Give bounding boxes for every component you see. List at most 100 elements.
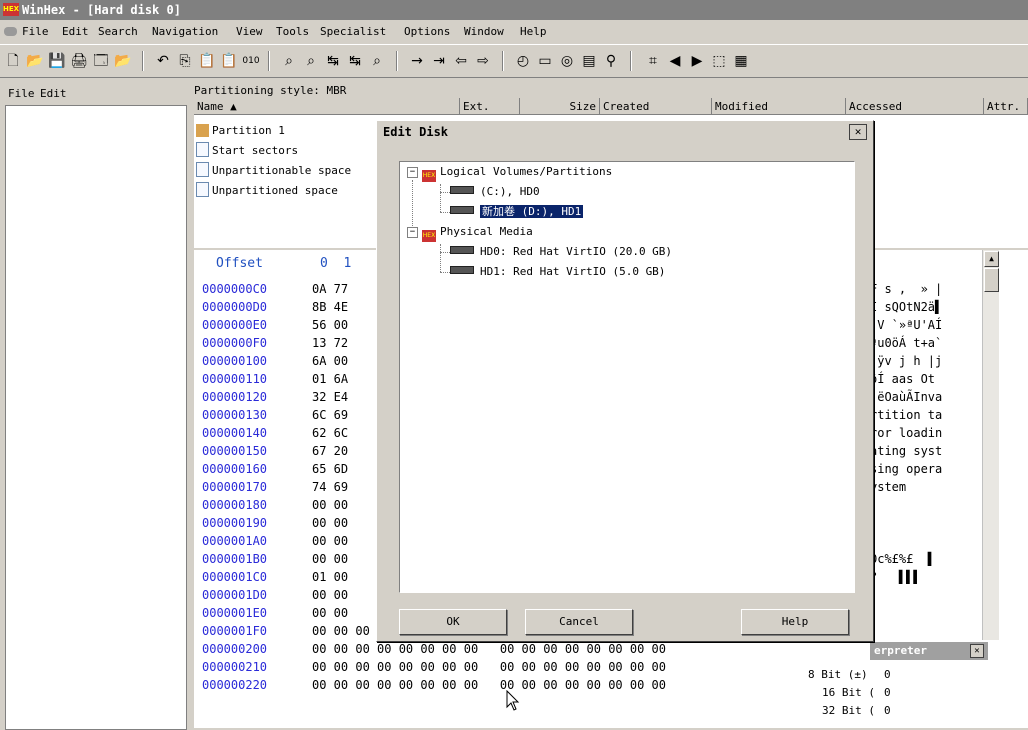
menu-tools[interactable]: Tools [276, 22, 309, 42]
copy-icon[interactable]: ⎘ [176, 53, 194, 69]
menu-view[interactable]: View [236, 22, 263, 42]
hex-bytes[interactable]: 6C 69 [312, 406, 348, 424]
column-size[interactable]: Size [520, 98, 600, 115]
hex-bytes[interactable]: 00 00 [312, 532, 348, 550]
replace-icon[interactable]: ↹ [324, 53, 342, 69]
back-icon[interactable]: ⇦ [452, 53, 470, 69]
directory-browser-list[interactable] [5, 105, 187, 730]
ram-editor-icon[interactable]: ▭ [536, 53, 554, 69]
find-hex-icon[interactable]: ⌕ [302, 53, 320, 69]
table-row[interactable]: Unpartitionable space [194, 162, 351, 180]
ascii-text[interactable]: ? ▌▌▌ [870, 568, 921, 586]
help-button[interactable]: Help [741, 609, 849, 635]
hex-bytes[interactable]: 56 00 [312, 316, 348, 334]
hex-bytes[interactable]: 01 00 [312, 568, 348, 586]
menu-file[interactable]: File [22, 22, 49, 42]
hex-bytes[interactable]: 0A 77 [312, 280, 348, 298]
hex-bytes[interactable]: 62 6C [312, 424, 348, 442]
hex-bytes[interactable]: 13 72 [312, 334, 348, 352]
find-again-icon[interactable]: ⌕ [368, 53, 386, 69]
ascii-text[interactable]: ating syst [870, 442, 942, 460]
close-icon[interactable]: ✕ [849, 124, 867, 140]
table-row[interactable]: Start sectors [194, 142, 298, 160]
ascii-text[interactable]: ystem [870, 478, 906, 496]
menu-specialist[interactable]: Specialist [320, 22, 386, 42]
ascii-text[interactable]: rtition ta [870, 406, 942, 424]
hex-bytes[interactable]: 32 E4 [312, 388, 348, 406]
hex-bytes[interactable]: 00 00 [312, 496, 348, 514]
ascii-text[interactable]: ror loadin [870, 424, 942, 442]
disk-image-icon[interactable]: ◎ [558, 53, 576, 69]
menu-options[interactable]: Options [404, 22, 450, 42]
column-ext[interactable]: Ext. [460, 98, 520, 115]
tree-node-logical-volumes[interactable]: HEX Logical Volumes/Partitions [422, 163, 612, 182]
hex-bytes[interactable]: 00 00 [312, 586, 348, 604]
hex-bytes[interactable]: 01 6A [312, 370, 348, 388]
goto-sector-icon[interactable]: ⇥ [430, 53, 448, 69]
ascii-text[interactable]: Oc%£%£ ▌ [870, 550, 935, 568]
goto-offset-icon[interactable]: → [408, 53, 426, 69]
open-directory-icon[interactable]: 📂 [114, 53, 132, 69]
forward-icon[interactable]: ⇨ [474, 53, 492, 69]
collapse-toggle[interactable]: − [407, 227, 418, 238]
column-modified[interactable]: Modified [712, 98, 846, 115]
search-icon[interactable]: ⚲ [602, 53, 620, 69]
properties-icon[interactable]: 🗔 [92, 53, 110, 69]
print-icon[interactable]: 🖨 [70, 53, 88, 69]
cancel-button[interactable]: Cancel [525, 609, 633, 635]
menu-help[interactable]: Help [520, 22, 547, 42]
interpreter-value[interactable]: 0 [884, 666, 984, 684]
paste-icon[interactable]: 📋 [198, 53, 216, 69]
hex-bytes[interactable]: 74 69 [312, 478, 348, 496]
checksum-icon[interactable]: ⌗ [644, 53, 662, 69]
view-icon[interactable]: ▦ [732, 53, 750, 69]
column-name[interactable]: Name ▲ [194, 98, 460, 115]
menu-window[interactable]: Window [464, 22, 504, 42]
calculator-icon[interactable]: ▤ [580, 53, 598, 69]
undo-icon[interactable]: ↶ [154, 53, 172, 69]
interpreter-value[interactable]: 0 [884, 684, 984, 702]
tree-node-volume-c[interactable]: (C:), HD0 [450, 183, 540, 201]
ascii-text[interactable]: ▌V `»ªU'AÍ [870, 316, 942, 334]
menu-edit[interactable]: Edit [62, 22, 89, 42]
column-created[interactable]: Created [600, 98, 712, 115]
column-attr[interactable]: Attr. [984, 98, 1028, 115]
hex-bytes[interactable]: 00 00 [312, 604, 348, 622]
table-row[interactable]: Unpartitioned space [194, 182, 338, 200]
copy-hex-icon[interactable]: 010 [242, 53, 260, 69]
interpreter-value[interactable]: 0 [884, 702, 984, 720]
ascii-text[interactable]: Í sQOtN2ä▌ [870, 298, 942, 316]
hex-bytes[interactable]: 6A 00 [312, 352, 348, 370]
ascii-text[interactable]: ÿv j h |j [870, 352, 942, 370]
scroll-up-icon[interactable]: ▲ [984, 251, 999, 267]
hex-bytes[interactable]: 00 00 00 00 00 00 00 00 00 00 00 00 00 0… [312, 640, 666, 658]
menu-search[interactable]: Search [98, 22, 138, 42]
replace-hex-icon[interactable]: ↹ [346, 53, 364, 69]
ascii-text[interactable]: F s , » | [870, 280, 942, 298]
tree-node-hd1[interactable]: HD1: Red Hat VirtIO (5.0 GB) [450, 263, 665, 281]
left-menu-edit[interactable]: Edit [40, 84, 67, 104]
collapse-toggle[interactable]: − [407, 167, 418, 178]
vertical-scrollbar[interactable]: ▲ [982, 250, 999, 640]
hex-bytes[interactable]: 67 20 [312, 442, 348, 460]
disk-tree-view[interactable]: − HEX Logical Volumes/Partitions (C:), HD… [399, 161, 855, 593]
scroll-thumb[interactable] [984, 268, 999, 292]
disk-editor-icon[interactable]: ◴ [514, 53, 532, 69]
ascii-text[interactable]: ªu0öÁ t+a` [870, 334, 942, 352]
close-icon[interactable]: ✕ [970, 644, 984, 658]
tree-node-volume-d[interactable]: 新加卷 (D:), HD1 [450, 203, 584, 221]
tree-node-hd0[interactable]: HD0: Red Hat VirtIO (20.0 GB) [450, 243, 672, 261]
hex-bytes[interactable]: 8B 4E [312, 298, 348, 316]
arrow-left-icon[interactable]: ◀ [666, 53, 684, 69]
table-row[interactable]: Partition 1 [194, 122, 285, 140]
camera-icon[interactable]: ⬚ [710, 53, 728, 69]
new-file-icon[interactable]: 🗋 [4, 53, 22, 69]
ok-button[interactable]: OK [399, 609, 507, 635]
ascii-text[interactable]: ëOaùÃInva [870, 388, 942, 406]
hex-bytes[interactable]: 00 00 [312, 514, 348, 532]
hex-bytes[interactable]: 65 6D [312, 460, 348, 478]
tree-node-physical-media[interactable]: HEX Physical Media [422, 223, 533, 242]
ascii-text[interactable]: sing opera [870, 460, 942, 478]
hex-bytes[interactable]: 00 00 00 00 00 00 00 00 00 00 00 00 00 0… [312, 676, 666, 694]
arrow-right-icon[interactable]: ▶ [688, 53, 706, 69]
